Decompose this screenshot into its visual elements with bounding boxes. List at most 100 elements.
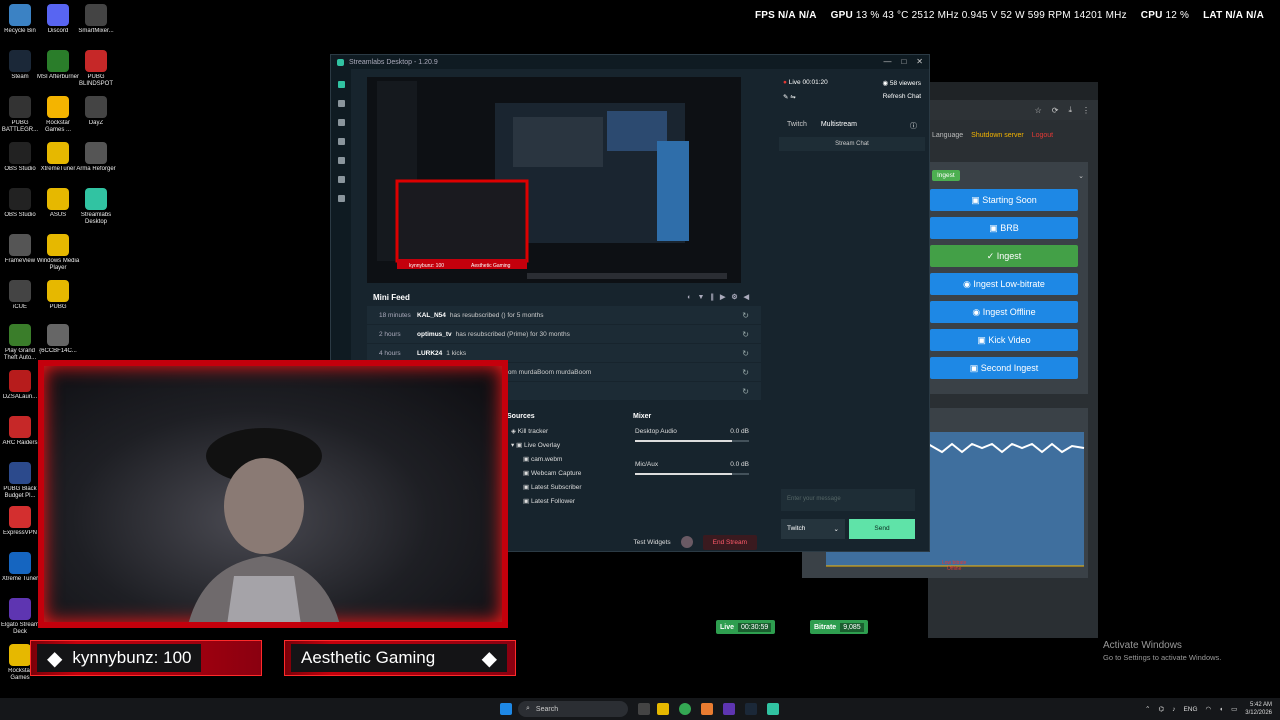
extensions-icon[interactable]: ⟳ xyxy=(1052,106,1059,115)
mixer-title: Mixer xyxy=(633,413,652,420)
chevron-down-icon[interactable]: ⌄ xyxy=(1078,172,1084,180)
steam-icon[interactable] xyxy=(745,703,757,715)
tab-twitch[interactable]: Twitch xyxy=(787,121,807,131)
desktop-icon[interactable]: Elgato Stream Deck xyxy=(0,598,40,636)
desktop-icon[interactable]: PUBG BLINDSPOT xyxy=(76,50,116,88)
desktop-icon[interactable]: OBS Studio xyxy=(0,142,40,173)
edit-icon[interactable]: ✎ ⇋ xyxy=(783,93,796,101)
desktop-icon[interactable]: PUBG BATTLEGR... xyxy=(0,96,40,134)
scene-button[interactable]: ▣ BRB xyxy=(930,217,1078,239)
desktop-icon[interactable]: FrameView xyxy=(0,234,40,265)
menu-icon[interactable]: ⋮ xyxy=(1082,106,1090,115)
desktop-icon[interactable]: PUBG Black Budget Pl... xyxy=(0,462,40,500)
stream-chat-tab[interactable]: Stream Chat xyxy=(779,137,925,151)
close-icon[interactable]: ✕ xyxy=(916,57,923,66)
end-stream-button[interactable]: End Stream xyxy=(702,534,757,550)
desktop-icon[interactable]: Xtreme Tuner xyxy=(0,552,40,583)
refresh-chat-button[interactable]: Refresh Chat xyxy=(883,93,921,101)
desktop-icon[interactable]: ASUS xyxy=(38,188,78,219)
themes-icon[interactable] xyxy=(337,176,345,183)
live-timer: Live 00:01:20 xyxy=(788,79,828,86)
desktop-icon[interactable]: Steam xyxy=(0,50,40,81)
desktop-icon[interactable]: Windows Media Player xyxy=(37,234,79,272)
chevron-up-icon[interactable]: ⌃ xyxy=(1145,705,1150,713)
settings-icon[interactable] xyxy=(337,195,345,202)
desktop-icon[interactable]: XtremeTuner xyxy=(38,142,78,173)
file-explorer-icon[interactable] xyxy=(657,703,669,715)
scene-button[interactable]: ▣ Second Ingest xyxy=(930,357,1078,379)
scene-button[interactable]: ▣ Starting Soon xyxy=(930,189,1078,211)
source-item[interactable]: ▣ Webcam Capture xyxy=(501,466,625,480)
shutdown-link[interactable]: Shutdown server xyxy=(971,132,1024,139)
desktop-icon[interactable]: PUBG xyxy=(38,280,78,311)
desktop-icon[interactable]: Streamlabs Desktop xyxy=(76,188,116,226)
stream-deck-icon[interactable] xyxy=(723,703,735,715)
desktop-icon[interactable]: ARC Raiders xyxy=(0,416,40,447)
battery-icon[interactable]: ▭ xyxy=(1231,705,1237,713)
streamlabs-icon[interactable] xyxy=(767,703,779,715)
source-item[interactable]: ▣ Latest Follower xyxy=(501,494,625,508)
mini-feed-controls[interactable]: ◐▼∥▶⚙◀ xyxy=(687,293,755,301)
desktop-icon[interactable]: MSI Afterburner xyxy=(37,50,79,81)
maximize-icon[interactable]: □ xyxy=(901,57,906,66)
taskbar-search[interactable]: ⌕ Search xyxy=(518,701,628,717)
dashboard-icon[interactable] xyxy=(337,100,345,107)
source-item[interactable]: ◈ Kill tracker xyxy=(501,424,625,438)
volume-icon[interactable]: ♪ xyxy=(1172,706,1175,713)
start-icon[interactable] xyxy=(500,703,512,715)
tab-multistream[interactable]: Multistream xyxy=(821,121,857,131)
desktop-icon[interactable]: SmartMixer... xyxy=(76,4,116,35)
logout-link[interactable]: Logout xyxy=(1032,132,1053,139)
desktop-icon[interactable]: DZSALaun... xyxy=(0,370,40,401)
steam-icon xyxy=(9,50,31,72)
app-icon[interactable] xyxy=(701,703,713,715)
replay-icon[interactable]: ↻ xyxy=(742,368,749,377)
source-item[interactable]: ▾ ▣ Live Overlay xyxy=(501,438,625,452)
network-icon[interactable]: ⌬ xyxy=(1159,705,1165,713)
wifi-icon[interactable]: ◠ xyxy=(1206,705,1212,713)
scene-button[interactable]: ✓ Ingest xyxy=(930,245,1078,267)
toggle-icon[interactable] xyxy=(680,536,693,548)
chrome-icon[interactable] xyxy=(679,703,691,715)
scene-button[interactable]: ◉ Ingest Low-bitrate xyxy=(930,273,1078,295)
desktop-icon[interactable]: OBS Studio xyxy=(0,188,40,219)
volume-slider[interactable] xyxy=(635,473,749,475)
desktop-icon[interactable]: Recycle Bin xyxy=(0,4,40,35)
desktop-icon[interactable]: ExpressVPN xyxy=(0,506,40,537)
platform-select[interactable]: Twitch ⌄ xyxy=(781,519,845,539)
chat-input[interactable]: Enter your message xyxy=(781,489,915,511)
layout-icon[interactable] xyxy=(337,119,345,126)
store-icon[interactable] xyxy=(337,157,345,164)
stream-preview[interactable]: kynnybunz: 100 Aesthetic Gaming xyxy=(367,77,741,283)
test-widgets-button[interactable]: Test Widgets xyxy=(633,539,670,546)
tools-icon[interactable] xyxy=(337,138,345,145)
star-icon[interactable]: ☆ xyxy=(1035,106,1042,115)
send-button[interactable]: Send xyxy=(849,519,915,539)
desktop-icon[interactable]: iCUE xyxy=(0,280,40,311)
desktop-icon[interactable]: Rockstar Games ... xyxy=(38,96,78,134)
minimize-icon[interactable]: — xyxy=(883,57,891,66)
volume-slider[interactable] xyxy=(635,440,749,442)
desktop-icon[interactable]: Discord xyxy=(38,4,78,35)
desktop-icon[interactable]: {6CCBF14C... xyxy=(38,324,78,355)
source-item[interactable]: ▣ cam.webm xyxy=(501,452,625,466)
language-link[interactable]: Language xyxy=(932,132,963,139)
language-indicator[interactable]: ENG xyxy=(1183,706,1197,713)
scene-button[interactable]: ◉ Ingest Offline xyxy=(930,301,1078,323)
desktop-icon[interactable]: Arma Reforger xyxy=(76,142,116,173)
editor-icon[interactable] xyxy=(337,81,345,88)
source-item[interactable]: ▣ Latest Subscriber xyxy=(501,480,625,494)
info-icon[interactable]: ⓘ xyxy=(910,121,917,131)
download-icon[interactable]: ⤓ xyxy=(1068,105,1072,115)
replay-icon[interactable]: ↻ xyxy=(742,349,749,358)
task-view-icon[interactable] xyxy=(638,703,650,715)
scene-button[interactable]: ▣ Kick Video xyxy=(930,329,1078,351)
desktop-icon[interactable]: Play Grand Theft Auto... xyxy=(0,324,40,362)
lat-value-2: N/A xyxy=(1246,10,1264,21)
replay-icon[interactable]: ↻ xyxy=(742,311,749,320)
replay-icon[interactable]: ↻ xyxy=(742,387,749,396)
replay-icon[interactable]: ↻ xyxy=(742,330,749,339)
desktop-icon[interactable]: DayZ xyxy=(76,96,116,127)
clock[interactable]: 5:42 AM 3/12/2026 xyxy=(1245,701,1272,717)
speaker-icon[interactable]: ◖ xyxy=(1219,706,1223,713)
